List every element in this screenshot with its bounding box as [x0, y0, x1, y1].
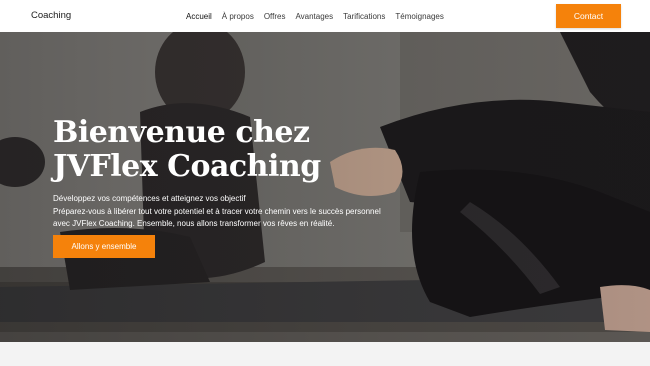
nav-item-a-propos[interactable]: À propos [222, 12, 254, 21]
hero-title: Bienvenue chez JVFlex Coaching [53, 115, 321, 184]
nav-item-avantages[interactable]: Avantages [295, 12, 333, 21]
contact-button[interactable]: Contact [556, 4, 621, 28]
hero-overlay [0, 32, 650, 342]
brand-logo[interactable]: Coaching [31, 0, 71, 32]
hero-subtitle: Développez vos compétences et atteignez … [53, 194, 246, 203]
hero-section: Bienvenue chez JVFlex Coaching Développe… [0, 32, 650, 342]
hero-description: Préparez-vous à libérer tout votre poten… [53, 207, 381, 228]
cta-button[interactable]: Allons y ensemble [53, 235, 155, 258]
top-navbar: Coaching Accueil À propos Offres Avantag… [0, 0, 650, 32]
nav-item-accueil[interactable]: Accueil [186, 12, 212, 21]
nav-item-temoignages[interactable]: Témoignages [395, 12, 443, 21]
next-section-preview [0, 342, 650, 366]
nav-item-tarifications[interactable]: Tarifications [343, 12, 385, 21]
main-nav: Accueil À propos Offres Avantages Tarifi… [186, 0, 454, 32]
nav-item-offres[interactable]: Offres [264, 12, 286, 21]
